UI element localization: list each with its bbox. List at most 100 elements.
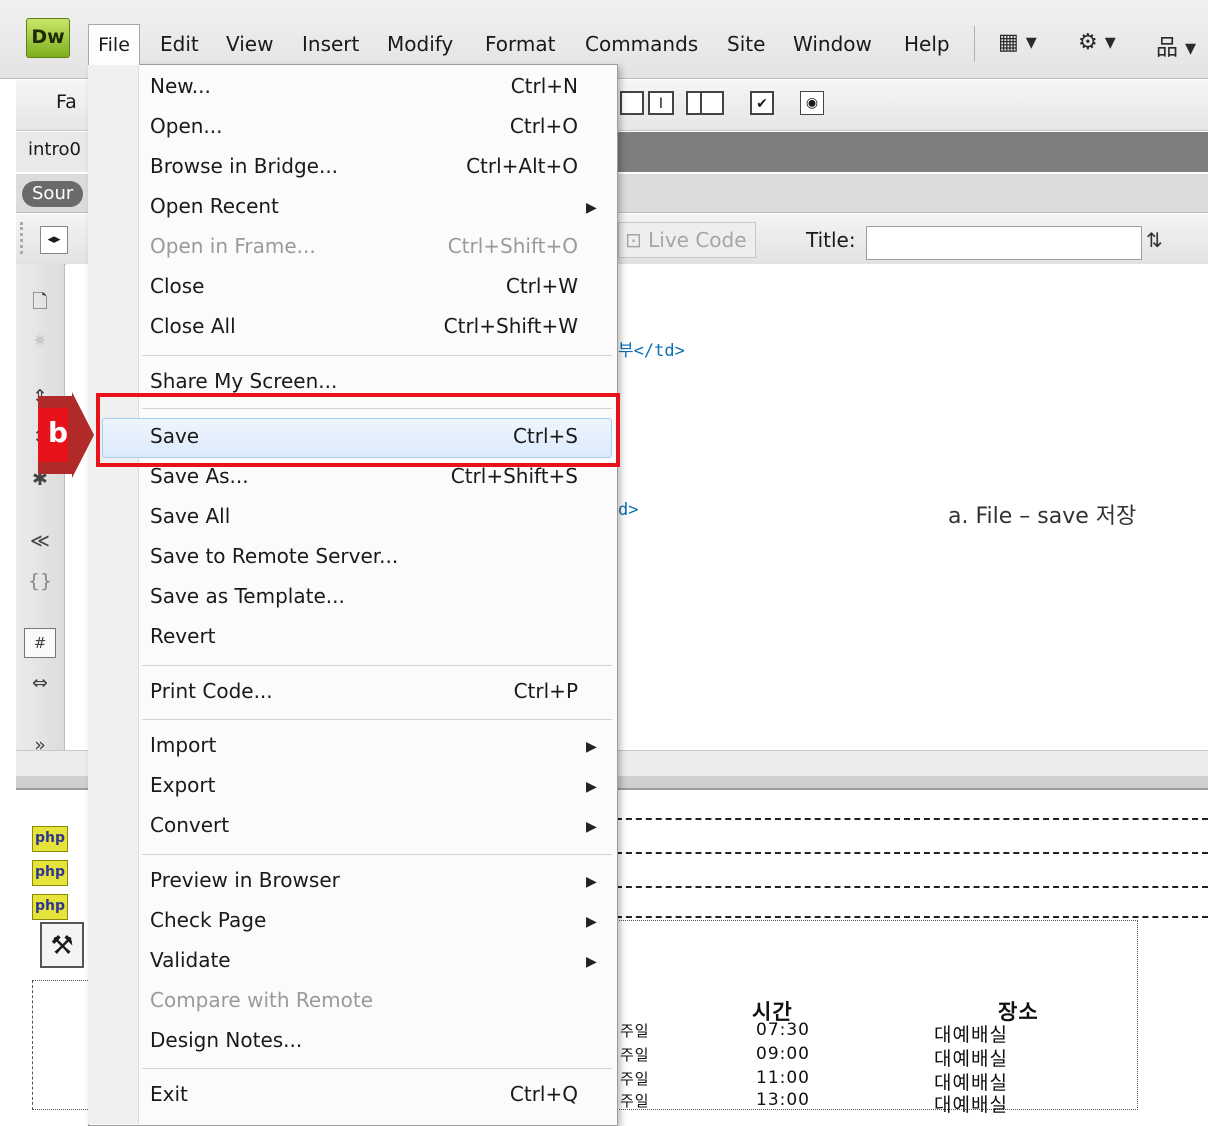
menu-insert[interactable]: Insert: [302, 28, 359, 60]
code-line: d>: [618, 500, 639, 520]
php-badge-icon[interactable]: php: [32, 894, 68, 920]
shortcut-open: Ctrl+O: [509, 114, 578, 138]
table-cell-time: 11:00: [756, 1068, 810, 1088]
menu-help[interactable]: Help: [904, 28, 950, 60]
table-border: [616, 916, 1208, 918]
toolbar-grip: [20, 222, 35, 254]
menu-item-browse-in-bridge[interactable]: Browse in Bridge...: [150, 154, 338, 178]
balance-braces-icon[interactable]: {}: [24, 570, 56, 592]
shortcut-save-as: Ctrl+Shift+S: [450, 464, 578, 488]
submenu-arrow-icon: ▶: [586, 914, 597, 930]
file-management-icon[interactable]: ⇅: [1146, 228, 1163, 252]
menu-item-compare-with-remote: Compare with Remote: [150, 988, 374, 1012]
title-label: Title:: [806, 228, 856, 252]
shortcut-close: Ctrl+W: [505, 274, 578, 298]
menu-window[interactable]: Window: [793, 28, 872, 60]
submenu-arrow-icon: ▶: [586, 200, 597, 216]
menu-item-print-code[interactable]: Print Code...: [150, 679, 273, 703]
checkbox-icon[interactable]: ✔: [750, 91, 774, 115]
submenu-arrow-icon: ▶: [586, 954, 597, 970]
menu-item-exit[interactable]: Exit: [150, 1082, 188, 1106]
gear-icon[interactable]: ⚙ ▾: [1078, 30, 1116, 55]
open-documents-icon[interactable]: 🗋: [24, 288, 56, 320]
shortcut-browse-in-bridge: Ctrl+Alt+O: [466, 154, 578, 178]
table-border: [616, 852, 1208, 854]
layout-cell: [32, 980, 94, 1110]
code-view-icon[interactable]: ◂▸: [40, 226, 68, 254]
select-parent-tag-icon[interactable]: ≪: [24, 530, 56, 552]
show-code-navigator-icon[interactable]: ✷: [24, 330, 56, 352]
shortcut-close-all: Ctrl+Shift+W: [443, 314, 578, 338]
shortcut-print-code: Ctrl+P: [513, 679, 578, 703]
annotation-text: a. File – save 저장: [948, 504, 1137, 529]
menu-item-save-as[interactable]: Save As...: [150, 464, 249, 488]
menu-item-preview-in-browser[interactable]: Preview in Browser: [150, 868, 340, 892]
php-badge-icon[interactable]: php: [32, 826, 68, 852]
menu-view[interactable]: View: [226, 28, 273, 60]
menu-item-close-all[interactable]: Close All: [150, 314, 236, 338]
code-text: 부</td>: [618, 341, 685, 361]
table-border: [616, 818, 1208, 820]
layout-icon[interactable]: ▦ ▾: [998, 30, 1037, 55]
radio-button-icon[interactable]: ◉: [800, 91, 824, 115]
file-field-icon[interactable]: [700, 91, 724, 115]
menu-item-save-to-remote-server[interactable]: Save to Remote Server...: [150, 544, 398, 568]
menu-item-import[interactable]: Import: [150, 733, 216, 757]
menu-item-convert[interactable]: Convert: [150, 813, 229, 837]
submenu-arrow-icon: ▶: [586, 779, 597, 795]
table-border: [616, 886, 1208, 888]
line-numbers-icon[interactable]: #: [24, 628, 56, 658]
menu-item-export[interactable]: Export: [150, 773, 215, 797]
menu-separator: [142, 854, 612, 855]
schedule-table: [616, 920, 1138, 1110]
table-cell-day: 주일: [620, 1070, 650, 1088]
menu-site[interactable]: Site: [727, 28, 765, 60]
menu-format[interactable]: Format: [485, 28, 555, 60]
menu-item-design-notes[interactable]: Design Notes...: [150, 1028, 302, 1052]
submenu-arrow-icon: ▶: [586, 874, 597, 890]
save-highlight-box: [96, 393, 620, 467]
form-icon[interactable]: [620, 91, 644, 115]
live-code-icon: ⊡: [625, 228, 649, 252]
table-cell-day: 주일: [620, 1022, 650, 1040]
shortcut-new: Ctrl+N: [510, 74, 578, 98]
table-cell-time: 07:30: [756, 1020, 810, 1040]
callout-label: b: [47, 416, 69, 449]
title-input[interactable]: [866, 226, 1142, 260]
table-cell-time: 09:00: [756, 1044, 810, 1064]
highlight-invalid-code-icon[interactable]: ⇔: [24, 672, 56, 694]
submenu-arrow-icon: ▶: [586, 819, 597, 835]
menu-modify[interactable]: Modify: [387, 28, 453, 60]
menu-item-check-page[interactable]: Check Page: [150, 908, 266, 932]
text-field-icon[interactable]: I: [648, 91, 674, 115]
table-cell-place: 대예배실: [934, 1048, 1008, 1070]
live-code-button[interactable]: ⊡ Live Code: [618, 222, 756, 258]
source-code-pill[interactable]: Sour: [22, 181, 84, 207]
menu-item-close[interactable]: Close: [150, 274, 204, 298]
menu-item-revert[interactable]: Revert: [150, 624, 216, 648]
table-cell-day: 주일: [620, 1046, 650, 1064]
menu-edit[interactable]: Edit: [160, 28, 199, 60]
dreamweaver-logo: Dw: [26, 18, 70, 58]
table-cell-place: 대예배실: [934, 1024, 1008, 1046]
menu-item-new[interactable]: New...: [150, 74, 211, 98]
menu-item-validate[interactable]: Validate: [150, 948, 231, 972]
menu-commands[interactable]: Commands: [585, 28, 698, 60]
menu-item-open-recent[interactable]: Open Recent: [150, 194, 279, 218]
table-cell-time: 13:00: [756, 1090, 810, 1110]
menu-item-save-as-template[interactable]: Save as Template...: [150, 584, 345, 608]
menu-separator: [142, 665, 612, 666]
file-menu-icon-gutter: [88, 64, 139, 1124]
menu-file[interactable]: File: [88, 24, 140, 65]
shortcut-exit: Ctrl+Q: [509, 1082, 578, 1106]
menu-item-open[interactable]: Open...: [150, 114, 223, 138]
menu-item-save-all[interactable]: Save All: [150, 504, 230, 528]
menu-item-share-my-screen[interactable]: Share My Screen...: [150, 369, 337, 393]
menu-separator: [142, 1068, 612, 1069]
insert-category-label[interactable]: Fa: [56, 91, 77, 113]
menu-separator: [142, 719, 612, 720]
table-cell-place: 대예배실: [934, 1094, 1008, 1116]
wrench-icon[interactable]: ⚒: [40, 922, 84, 968]
php-badge-icon[interactable]: php: [32, 860, 68, 886]
site-icon[interactable]: 品 ▾: [1156, 30, 1196, 62]
